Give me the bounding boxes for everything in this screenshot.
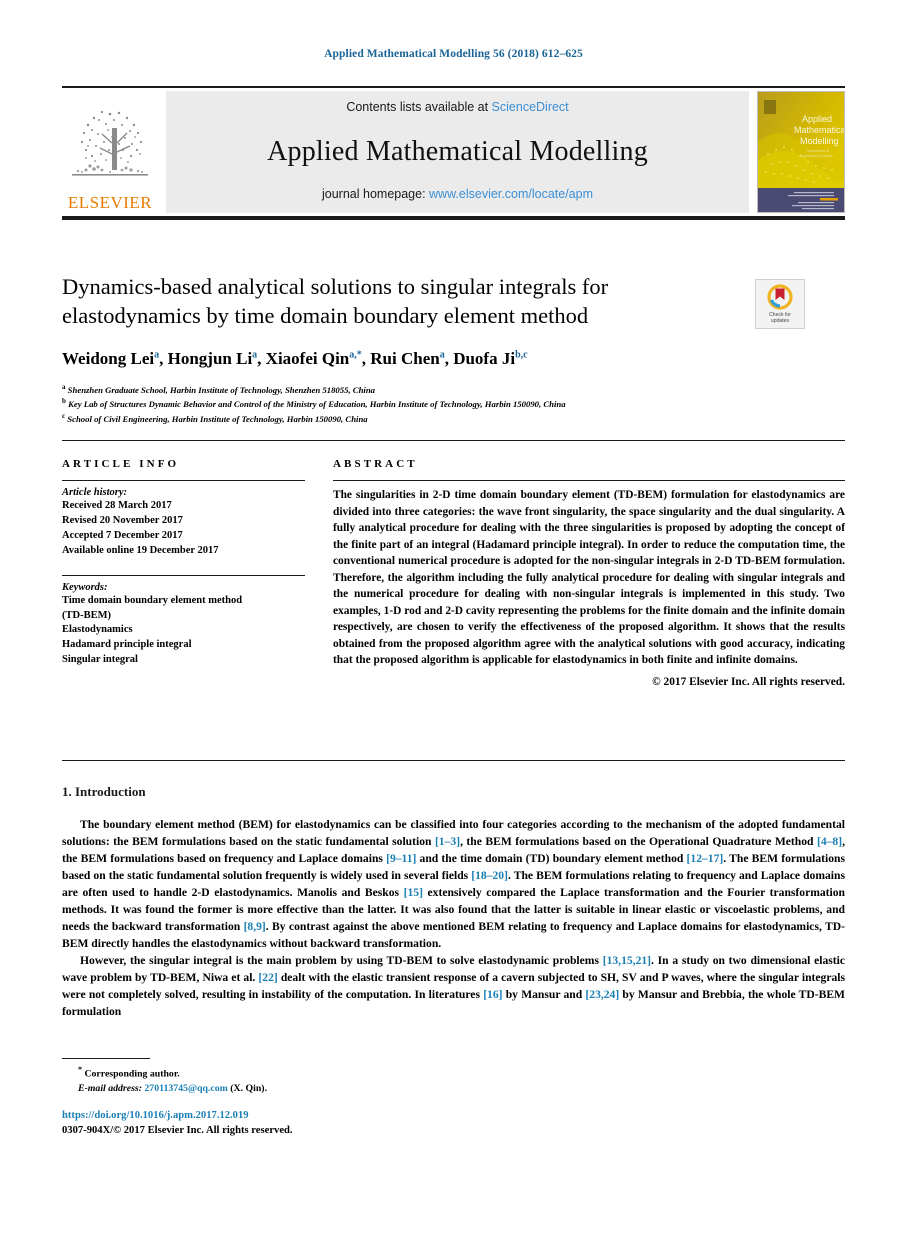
history-item: Accepted 7 December 2017 [62, 529, 183, 541]
keyword-item: Hadamard principle integral [62, 639, 192, 651]
abstract-text: The singularities in 2-D time domain bou… [333, 489, 845, 667]
svg-text:Modelling: Modelling [800, 136, 839, 146]
email-suffix: (X. Qin). [230, 1082, 268, 1094]
intro-paragraph-2: However, the singular integral is the ma… [62, 954, 845, 1019]
abstract-rule [333, 480, 845, 481]
crossmark-logo-icon [767, 284, 793, 310]
svg-text:Transactions of: Transactions of [806, 149, 829, 153]
intro-section-top-rule [62, 760, 845, 761]
keywords-rule [62, 574, 305, 576]
email-note: E-mail address: 270113745@qq.com (X. Qin… [62, 1082, 562, 1097]
abstract-heading: ABSTRACT [333, 458, 418, 470]
keyword-item: (TD-BEM) [62, 609, 111, 621]
contents-prefix: Contents lists available at [346, 100, 492, 114]
intro-paragraph-1: The boundary element method (BEM) for el… [62, 818, 846, 951]
masthead-banner: Contents lists available at ScienceDirec… [166, 91, 749, 213]
article-info-column: ARTICLE INFO Article history: Received 2… [62, 458, 305, 668]
keyword-item: Singular integral [62, 654, 138, 666]
journal-cover-thumbnail: Applied Mathematical Modelling Transacti… [757, 91, 845, 213]
affiliation-item: c School of Civil Engineering, Harbin In… [62, 411, 742, 426]
footnote-divider [62, 1058, 150, 1059]
abstract-column: ABSTRACT The singularities in 2-D time d… [333, 458, 845, 688]
elsevier-wordmark: ELSEVIER [67, 193, 153, 212]
article-history-label: Article history: [62, 487, 128, 498]
crossmark-label: Check for updates [769, 312, 791, 325]
email-link[interactable]: 270113745@qq.com [144, 1083, 227, 1094]
running-head: Applied Mathematical Modelling 56 (2018)… [324, 48, 583, 60]
info-section-top-rule [62, 440, 845, 441]
keyword-item: Elastodynamics [62, 624, 133, 636]
history-item: Received 28 March 2017 [62, 500, 172, 511]
crossmark-line2: updates [770, 318, 790, 324]
history-item: Revised 20 November 2017 [62, 514, 183, 526]
footnote-block: * Corresponding author. E-mail address: … [62, 1064, 562, 1097]
affiliation-marker: b [62, 397, 66, 406]
keywords-label: Keywords: [62, 581, 108, 593]
title-block: Dynamics-based analytical solutions to s… [62, 272, 742, 426]
email-label: E-mail address: [78, 1082, 142, 1094]
elsevier-logo: ELSEVIER [62, 91, 158, 213]
article-info-heading: ARTICLE INFO [62, 458, 180, 470]
affiliation-marker: a [62, 382, 66, 391]
journal-homepage-line: journal homepage: www.elsevier.com/locat… [322, 187, 593, 201]
elsevier-tree-icon [72, 110, 148, 176]
article-info-rule [62, 480, 305, 481]
paper-page: Applied Mathematical Modelling 56 (2018)… [0, 0, 907, 1238]
journal-homepage-link[interactable]: www.elsevier.com/locate/apm [429, 187, 593, 201]
introduction-section: 1. Introduction The boundary element met… [62, 784, 845, 1020]
journal-title: Applied Mathematical Modelling [267, 135, 648, 167]
affiliation-text: Shenzhen Graduate School, Harbin Institu… [67, 384, 376, 395]
contents-available-line: Contents lists available at ScienceDirec… [346, 100, 568, 114]
masthead-top-rule [62, 86, 845, 88]
asterisk-icon: * [78, 1065, 82, 1074]
author-list: Weidong Leia, Hongjun Lia, Xiaofei Qina,… [62, 348, 528, 368]
svg-text:Engineering Sciences: Engineering Sciences [800, 154, 833, 158]
affiliation-text: School of Civil Engineering, Harbin Inst… [67, 414, 368, 425]
masthead-bottom-rule [62, 216, 845, 220]
history-item: Available online 19 December 2017 [62, 544, 219, 556]
homepage-prefix: journal homepage: [322, 187, 430, 201]
affiliation-item: b Key Lab of Structures Dynamic Behavior… [62, 396, 742, 411]
issn-copyright-line: 0307-904X/© 2017 Elsevier Inc. All right… [62, 1125, 293, 1137]
journal-cover-art: Applied Mathematical Modelling Transacti… [758, 92, 844, 212]
footer-block: https://doi.org/10.1016/j.apm.2017.12.01… [62, 1108, 562, 1139]
corresponding-author-note: * Corresponding author. [62, 1064, 562, 1082]
sciencedirect-link[interactable]: ScienceDirect [492, 100, 569, 114]
doi-link[interactable]: https://doi.org/10.1016/j.apm.2017.12.01… [62, 1108, 562, 1123]
corresponding-author-text: Corresponding author. [84, 1068, 180, 1080]
svg-text:Applied: Applied [802, 114, 832, 124]
svg-text:Mathematical: Mathematical [794, 125, 844, 135]
introduction-heading: 1. Introduction [62, 784, 146, 799]
affiliation-marker: c [62, 412, 66, 421]
crossmark-line1: Check for [769, 311, 791, 318]
affiliation-text: Key Lab of Structures Dynamic Behavior a… [68, 399, 566, 410]
journal-masthead: ELSEVIER Contents lists available at Sci… [62, 86, 845, 220]
page-title: Dynamics-based analytical solutions to s… [62, 274, 609, 329]
abstract-copyright: © 2017 Elsevier Inc. All rights reserved… [652, 675, 845, 688]
check-for-updates-badge[interactable]: Check for updates [755, 279, 805, 329]
keyword-item: Time domain boundary element method [62, 594, 243, 606]
affiliation-list: a Shenzhen Graduate School, Harbin Insti… [62, 382, 742, 427]
affiliation-item: a Shenzhen Graduate School, Harbin Insti… [62, 382, 742, 397]
